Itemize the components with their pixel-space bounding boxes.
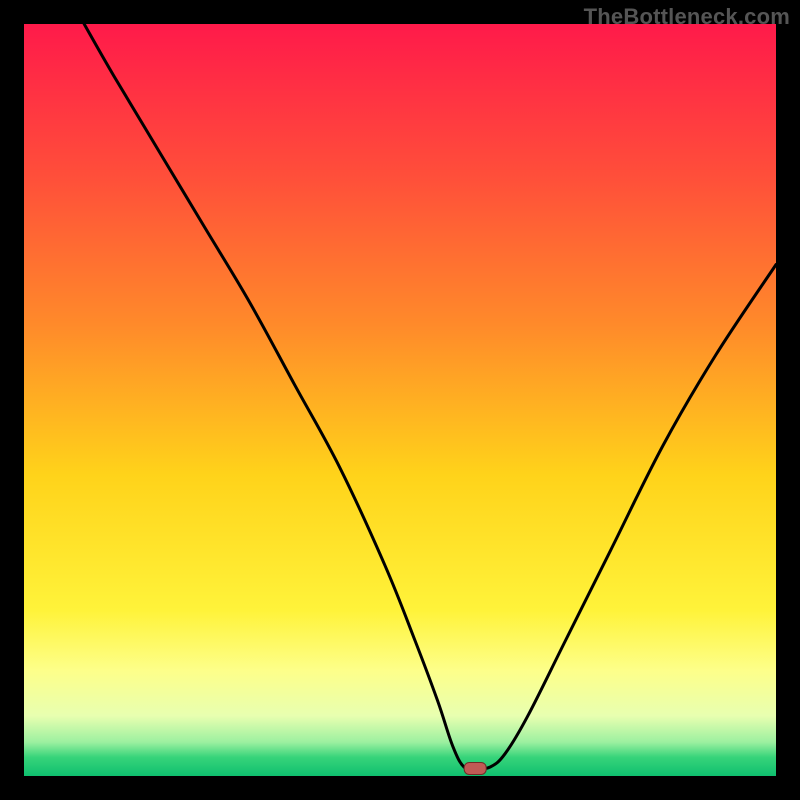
plot-area [24, 24, 776, 776]
optimal-point-marker [464, 762, 486, 774]
gradient-background [24, 24, 776, 776]
chart-frame: TheBottleneck.com [0, 0, 800, 800]
bottleneck-chart [24, 24, 776, 776]
